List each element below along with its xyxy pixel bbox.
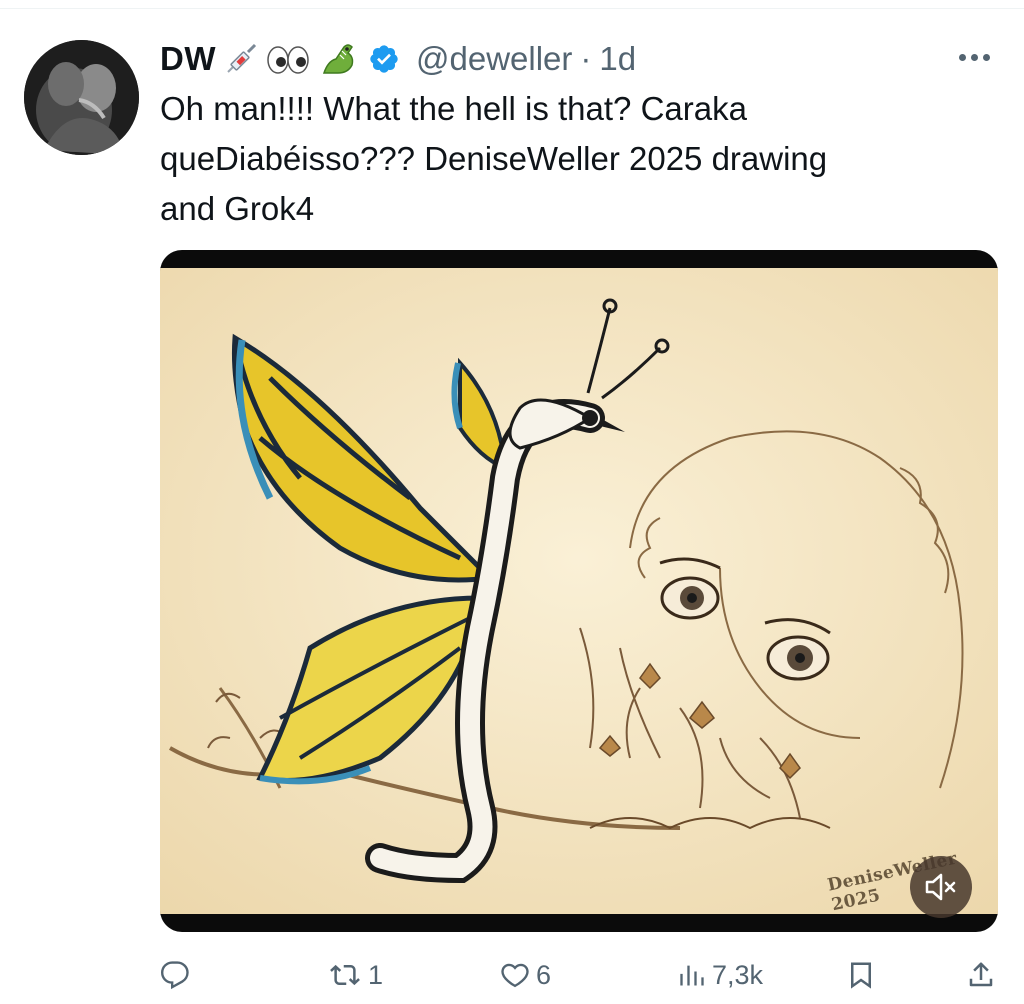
eyes-emoji-icon [266, 42, 310, 76]
repost-icon [330, 964, 360, 986]
post-timestamp[interactable]: 1d [599, 40, 636, 78]
author-name[interactable]: DW [160, 40, 216, 78]
avatar[interactable] [24, 40, 139, 155]
speaker-muted-icon [925, 873, 956, 901]
views-chart-icon [680, 965, 704, 986]
artwork-image: DeniseWeller 2025 [160, 268, 998, 918]
more-options-icon[interactable] [952, 42, 996, 72]
heart-icon [501, 963, 529, 988]
share-button[interactable] [966, 950, 996, 1000]
reply-icon [161, 961, 189, 990]
verified-badge-icon[interactable] [368, 43, 400, 75]
repost-button[interactable]: 1 [328, 950, 383, 1000]
bookmark-button[interactable] [846, 950, 876, 1000]
avatar-image [24, 40, 139, 155]
post-media[interactable]: DeniseWeller 2025 [160, 250, 998, 932]
mute-button[interactable] [910, 856, 972, 918]
views-count: 7,3k [712, 959, 764, 990]
post-text: Oh man!!!! What the hell is that? Caraka… [160, 90, 828, 227]
share-icon [969, 962, 993, 987]
post-actions: 1 6 7,3k [160, 950, 1000, 1000]
repost-count: 1 [368, 959, 384, 990]
crocodile-emoji-icon [318, 39, 358, 79]
author-handle[interactable]: @deweller [416, 40, 572, 78]
meta-separator: · [580, 40, 592, 77]
reply-button[interactable] [160, 950, 196, 1000]
post-header: DW @deweller · 1d [160, 36, 636, 82]
like-count: 6 [536, 959, 552, 990]
top-divider [0, 0, 1024, 9]
views-button[interactable]: 7,3k [678, 950, 763, 1000]
like-button[interactable]: 6 [500, 950, 551, 1000]
bookmark-icon [851, 962, 871, 989]
syringe-emoji-icon [224, 42, 258, 76]
